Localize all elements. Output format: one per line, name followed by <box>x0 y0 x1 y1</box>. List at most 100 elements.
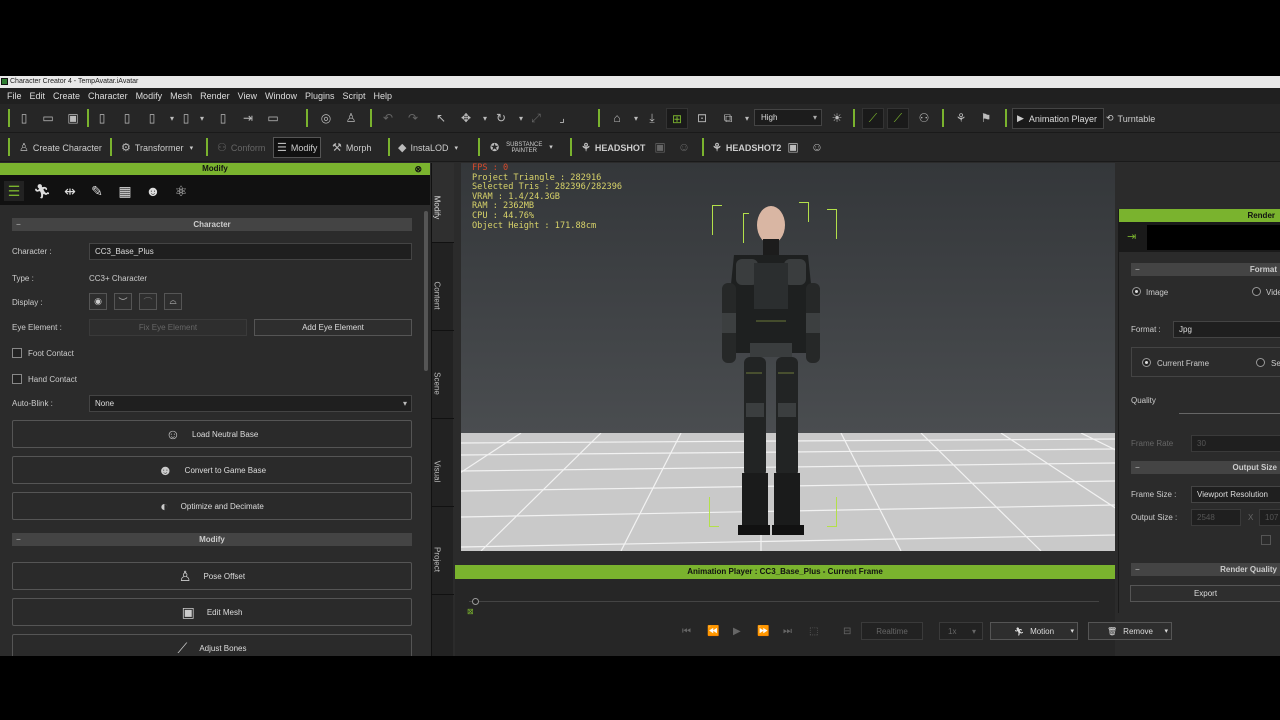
menu-edit[interactable]: Edit <box>30 91 46 101</box>
character-name-field[interactable]: CC3_Base_Plus <box>89 243 412 260</box>
pick-target-icon[interactable]: ◎ <box>317 109 335 127</box>
menu-window[interactable]: Window <box>265 91 297 101</box>
hand-contact-checkbox[interactable] <box>12 374 22 384</box>
checker-tab-icon[interactable]: ▦ <box>115 181 135 201</box>
palette-tab-icon[interactable]: ✎ <box>87 181 107 201</box>
3d-viewport[interactable]: FPS : 0 Project Triangle : 282916 Select… <box>461 163 1115 551</box>
modify-button[interactable]: ☰ Modify <box>273 137 322 158</box>
adjust-bones-button[interactable]: ⟋ Adjust Bones <box>12 634 412 656</box>
menu-view[interactable]: View <box>238 91 257 101</box>
open-folder-icon[interactable]: ▭ <box>39 109 57 127</box>
flag-icon[interactable]: ⚑ <box>977 109 995 127</box>
convert-game-base-button[interactable]: ☻ Convert to Game Base <box>12 456 412 484</box>
import-icon[interactable]: ▯ <box>93 109 111 127</box>
bones-icon[interactable]: ⚘ <box>952 109 970 127</box>
fit-view-icon[interactable]: ⊞ <box>666 108 688 129</box>
loop-icon[interactable]: ⬚ <box>809 626 818 637</box>
select-arrow-icon[interactable]: ↖ <box>432 109 450 127</box>
menu-script[interactable]: Script <box>343 91 366 101</box>
export-button[interactable]: Export <box>1130 585 1280 602</box>
instalod-button[interactable]: ◆ InstaLOD ▾ <box>395 137 461 158</box>
play-icon[interactable]: ▶ <box>733 626 741 637</box>
speed-select[interactable]: 1x ▾ <box>939 622 983 640</box>
head-icon[interactable]: ☺ <box>675 138 693 156</box>
headshot2-button[interactable]: ⚘ HEADSHOT2 <box>709 137 784 158</box>
menu-character[interactable]: Character <box>88 91 128 101</box>
image-radio[interactable] <box>1132 287 1141 296</box>
eye-lash-icon[interactable]: ︶ <box>114 293 132 310</box>
output-height-field[interactable]: 107 <box>1259 509 1280 526</box>
menu-plugins[interactable]: Plugins <box>305 91 335 101</box>
motion-button[interactable]: 🏃︎ Motion ▾ <box>990 622 1078 640</box>
lock-ratio-checkbox[interactable] <box>1261 535 1271 545</box>
headshot-button[interactable]: ⚘ HEADSHOT <box>578 137 648 158</box>
group-icon[interactable]: ⚇ <box>915 109 933 127</box>
menu-file[interactable]: File <box>7 91 22 101</box>
menu-create[interactable]: Create <box>53 91 80 101</box>
timeline-track[interactable] <box>469 601 1099 602</box>
animation-player-button[interactable]: ▶ Animation Player <box>1012 108 1104 129</box>
zoom-extent-icon[interactable]: ⧉ <box>719 109 737 127</box>
chevron-down-icon[interactable]: ▾ <box>193 109 211 127</box>
eye-lid-icon[interactable]: ⌓ <box>164 293 182 310</box>
menu-modify[interactable]: Modify <box>136 91 163 101</box>
turntable-button[interactable]: ⟲ Turntable <box>1106 108 1155 129</box>
undo-icon[interactable]: ↶ <box>379 109 397 127</box>
export-obj-icon[interactable]: ▯ <box>143 109 161 127</box>
sliders-tab-icon[interactable]: ☰ <box>4 181 24 201</box>
output-size-section-header[interactable]: − Output Size <box>1131 461 1280 474</box>
panel-scrollbar[interactable] <box>424 211 428 371</box>
rewind-icon[interactable]: ⏪ <box>707 626 719 637</box>
optimize-decimate-button[interactable]: ◐ Optimize and Decimate <box>12 492 412 520</box>
realtime-toggle[interactable]: Realtime <box>861 622 923 640</box>
tab-scene[interactable]: Scene <box>432 339 454 419</box>
substance-painter-button[interactable]: ✪ SUBSTANCE PAINTER ▾ <box>487 137 556 158</box>
export-fbx-icon[interactable]: ▯ <box>118 109 136 127</box>
pose-tab-icon[interactable]: 🏃︎ <box>32 181 52 201</box>
modify-section-header[interactable]: − Modify <box>12 533 412 546</box>
conform-button[interactable]: ⚇ Conform <box>214 137 268 158</box>
tab-visual[interactable]: Visual <box>432 427 454 507</box>
head-tab-icon[interactable]: ☻ <box>143 181 163 201</box>
format-select[interactable]: Jpg <box>1173 321 1280 338</box>
move-icon[interactable]: ✥ <box>457 109 475 127</box>
add-eye-element-button[interactable]: Add Eye Element <box>254 319 412 336</box>
sequence-radio[interactable] <box>1256 358 1265 367</box>
character-section-header[interactable]: − Character <box>12 218 412 231</box>
physics-tab-icon[interactable]: ⚛ <box>171 181 191 201</box>
snap-icon[interactable]: ⌟ <box>553 109 571 127</box>
tab-content[interactable]: Content <box>432 251 454 331</box>
rotate-icon[interactable]: ↻ <box>492 109 510 127</box>
send-icon[interactable]: ⇥ <box>239 109 257 127</box>
headshot2-tool-icon[interactable]: ▣ <box>784 138 802 156</box>
fast-forward-icon[interactable]: ⏩ <box>757 626 769 637</box>
close-icon[interactable]: ⊗ <box>414 163 422 175</box>
ik-icon[interactable]: ⟋ <box>862 108 884 129</box>
eye-closed-icon[interactable]: ⌒ <box>139 293 157 310</box>
edit-mesh-button[interactable]: ▣ Edit Mesh <box>12 598 412 626</box>
morph-button[interactable]: ⚒ Morph <box>329 137 374 158</box>
export-usd-icon[interactable]: ▯ <box>214 109 232 127</box>
pose-offset-button[interactable]: ♙ Pose Offset <box>12 562 412 590</box>
save-icon[interactable]: ▣ <box>64 109 82 127</box>
bones-tab-icon[interactable]: ⇹ <box>60 181 80 201</box>
light-icon[interactable]: ☀ <box>828 109 846 127</box>
tab-modify[interactable]: Modify <box>432 163 454 243</box>
current-frame-radio[interactable] <box>1142 358 1151 367</box>
redo-icon[interactable]: ↷ <box>404 109 422 127</box>
video-radio[interactable] <box>1252 287 1261 296</box>
menu-mesh[interactable]: Mesh <box>170 91 192 101</box>
quality-slider[interactable] <box>1179 413 1280 414</box>
fix-eye-element-button[interactable]: Fix Eye Element <box>89 319 247 336</box>
load-neutral-base-button[interactable]: ☺ Load Neutral Base <box>12 420 412 448</box>
tab-project[interactable]: Project <box>432 515 454 595</box>
create-character-button[interactable]: ♙ Create Character <box>16 137 105 158</box>
pose-icon[interactable]: ♙ <box>342 109 360 127</box>
skip-start-icon[interactable]: ⏮ <box>682 626 691 637</box>
menu-render[interactable]: Render <box>200 91 230 101</box>
quality-select[interactable]: High <box>754 109 822 126</box>
render-output-icon[interactable]: ⇥ <box>1127 230 1136 243</box>
format-section-header[interactable]: − Format <box>1131 263 1280 276</box>
range-icon[interactable]: ⊟ <box>843 626 851 637</box>
headshot-tool-icon[interactable]: ▣ <box>651 138 669 156</box>
